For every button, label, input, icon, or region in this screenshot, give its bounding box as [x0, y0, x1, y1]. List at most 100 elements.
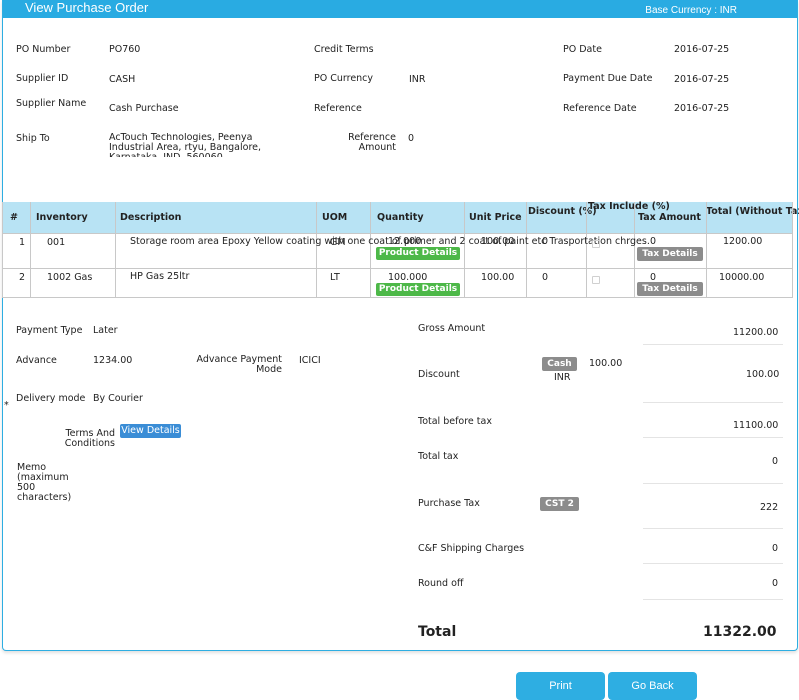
row-total: 1200.00: [723, 236, 763, 247]
column-divider: [586, 202, 587, 298]
row-divider: [2, 268, 792, 269]
col-unit-price: Unit Price: [469, 212, 522, 223]
base-currency: Base Currency : INR: [645, 5, 737, 16]
row-tax-amount: 0: [650, 236, 657, 247]
row-quantity: 12.000: [388, 236, 422, 247]
advance-mode-value: ICICI: [299, 355, 321, 366]
column-divider: [792, 202, 793, 298]
tax-details-button[interactable]: Tax Details: [637, 247, 703, 261]
product-details-button[interactable]: Product Details: [376, 247, 460, 260]
col-description: Description: [120, 212, 182, 223]
purchase-tax-value: 222: [760, 502, 779, 513]
payment-due-label: Payment Due Date: [563, 73, 653, 84]
col-quantity: Quantity: [377, 212, 424, 223]
divider: [643, 402, 783, 403]
row-inventory: 001: [47, 237, 66, 248]
terms-label: Terms And Conditions: [64, 428, 115, 449]
divider: [643, 344, 783, 345]
supplier-id-value: CASH: [109, 74, 136, 85]
tax-include-checkbox[interactable]: [592, 276, 600, 284]
discount-label: Discount: [418, 369, 460, 380]
round-off-label: Round off: [418, 578, 464, 589]
total-tax-label: Total tax: [418, 451, 459, 462]
row-unit-price: 100.00: [481, 236, 515, 247]
column-divider: [526, 202, 527, 298]
supplier-name-value: Cash Purchase: [109, 103, 179, 114]
column-divider: [370, 202, 371, 298]
divider: [643, 437, 783, 438]
required-asterisk: *: [4, 400, 9, 411]
reference-amount-value: 0: [408, 133, 415, 144]
total-tax-value: 0: [772, 456, 779, 467]
column-divider: [2, 202, 3, 298]
purchase-tax-badge[interactable]: CST 2: [540, 497, 579, 511]
title-bar: View Purchase Order Base Currency : INR: [3, 0, 797, 18]
discount-type-badge[interactable]: Cash: [542, 357, 577, 371]
column-divider: [115, 202, 116, 298]
po-date-value: 2016-07-25: [674, 44, 730, 55]
col-total: Total (Without Tax): [706, 206, 799, 217]
col-tax-include: Tax Include (%): [588, 201, 670, 212]
ship-to-label: Ship To: [16, 133, 50, 144]
advance-value: 1234.00: [93, 355, 133, 366]
items-table-header: # Inventory Description UOM Quantity Uni…: [2, 201, 799, 233]
reference-date-value: 2016-07-25: [674, 103, 730, 114]
row-unit-price: 100.00: [481, 272, 515, 283]
round-off-value: 0: [772, 578, 779, 589]
shipping-label: C&F Shipping Charges: [418, 543, 525, 554]
po-number-value: PO760: [109, 44, 141, 55]
product-details-button[interactable]: Product Details: [376, 283, 460, 296]
gross-amount-value: 11200.00: [733, 327, 779, 338]
purchase-tax-label: Purchase Tax: [418, 498, 480, 509]
reference-date-label: Reference Date: [563, 103, 637, 114]
payment-due-value: 2016-07-25: [674, 74, 730, 85]
tax-include-checkbox[interactable]: [592, 240, 600, 248]
col-uom: UOM: [322, 212, 348, 223]
row-inventory: 1002 Gas: [47, 272, 93, 283]
divider: [643, 528, 783, 529]
supplier-name-label: Supplier Name: [16, 98, 87, 109]
column-divider: [634, 202, 635, 298]
grand-total-value: 11322.00: [703, 624, 777, 640]
divider: [643, 483, 783, 484]
column-divider: [706, 202, 707, 298]
row-description: Storage room area Epoxy Yellow coating w…: [130, 237, 650, 247]
row-divider: [2, 233, 792, 234]
delivery-mode-label: Delivery mode: [16, 393, 86, 404]
col-discount: Discount (%): [528, 206, 597, 217]
advance-label: Advance: [16, 355, 57, 366]
row-total: 10000.00: [719, 272, 765, 283]
print-button[interactable]: Print: [516, 672, 605, 700]
total-before-tax-label: Total before tax: [418, 416, 492, 427]
row-divider: [2, 297, 792, 298]
tax-details-button[interactable]: Tax Details: [637, 282, 703, 296]
discount-input[interactable]: 100.00: [589, 358, 622, 369]
row-num: 2: [19, 272, 26, 283]
shipping-value: 0: [772, 543, 779, 554]
go-back-button[interactable]: Go Back: [608, 672, 697, 700]
payment-type-label: Payment Type: [16, 325, 83, 336]
reference-amount-label: Reference Amount: [348, 132, 396, 153]
discount-currency: INR: [554, 372, 571, 383]
gross-amount-label: Gross Amount: [418, 323, 486, 334]
row-uom: LT: [330, 272, 340, 283]
view-details-button[interactable]: View Details: [120, 424, 181, 438]
memo-label: Memo (maximum 500 characters): [17, 462, 72, 503]
col-tax-amount: Tax Amount: [638, 212, 701, 223]
row-description: HP Gas 25ltr: [130, 271, 190, 282]
po-currency-label: PO Currency: [314, 73, 374, 84]
credit-terms-label: Credit Terms: [314, 44, 374, 55]
page-title: View Purchase Order: [25, 0, 149, 15]
row-discount: 0: [542, 272, 549, 283]
row-num: 1: [19, 237, 26, 248]
reference-label: Reference: [314, 103, 362, 114]
po-currency-value: INR: [409, 74, 426, 85]
divider: [643, 563, 783, 564]
column-divider: [30, 202, 31, 298]
payment-type-value: Later: [93, 325, 118, 336]
total-before-tax-value: 11100.00: [733, 420, 779, 431]
purchase-order-panel: View Purchase Order Base Currency : INR: [2, 0, 798, 651]
row-uom: GM: [330, 237, 346, 248]
po-date-label: PO Date: [563, 44, 602, 55]
discount-value: 100.00: [746, 369, 780, 380]
